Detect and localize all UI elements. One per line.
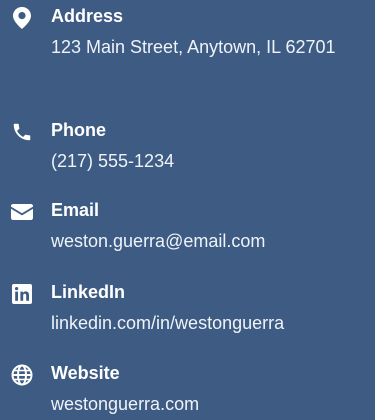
phone-icon — [10, 120, 34, 144]
address-label: Address — [51, 6, 124, 26]
globe-icon — [10, 363, 34, 387]
address-value: 123 Main Street, Anytown, IL 62701 — [51, 37, 336, 57]
phone-value[interactable]: (217) 555-1234 — [51, 146, 369, 177]
email-value[interactable]: weston.guerra@email.com — [51, 226, 369, 257]
phone-label: Phone — [51, 120, 107, 140]
linkedin-link[interactable]: linkedin.com/in/westonguerra — [51, 313, 284, 333]
website-value[interactable]: westonguerra.com — [51, 389, 369, 420]
contact-list: Address 123 Main Street, Anytown, IL 627… — [0, 0, 375, 419]
envelope-icon — [10, 200, 34, 224]
phone-link[interactable]: (217) 555-1234 — [51, 151, 174, 171]
linkedin-label: LinkedIn — [51, 282, 126, 302]
location-pin-icon — [10, 6, 34, 30]
email-link[interactable]: weston.guerra@email.com — [51, 231, 265, 251]
linkedin-value[interactable]: linkedin.com/in/westonguerra — [51, 308, 369, 339]
website-link[interactable]: westonguerra.com — [51, 394, 199, 414]
email-label: Email — [51, 200, 100, 220]
linkedin-icon — [10, 282, 34, 306]
website-label: Website — [51, 363, 120, 383]
